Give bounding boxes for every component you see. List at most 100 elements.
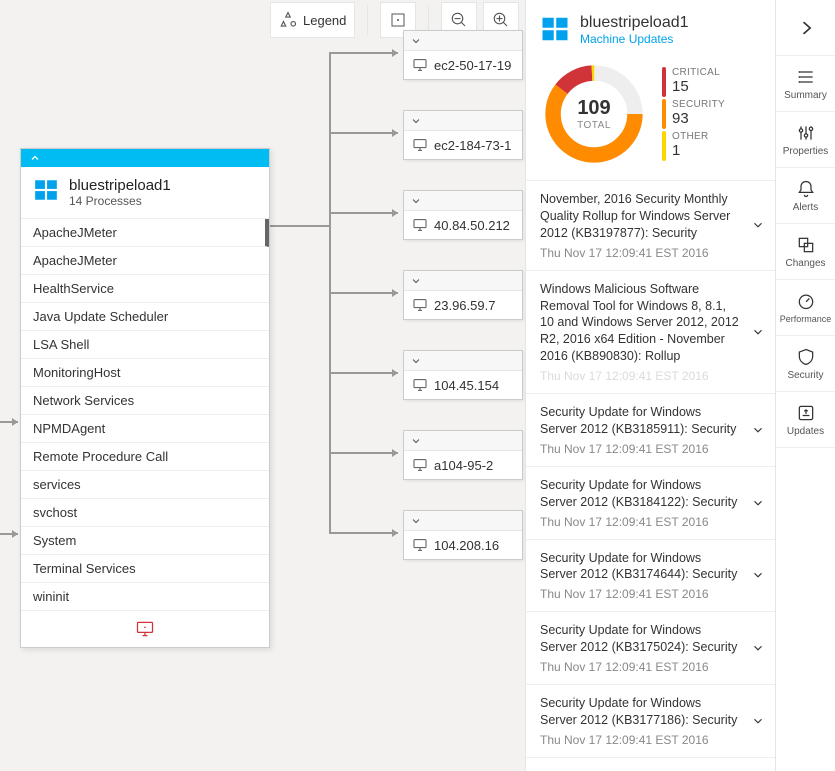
desktop-icon [412, 377, 428, 393]
update-timestamp: Thu Nov 17 12:09:41 EST 2016 [540, 369, 761, 383]
tab-properties[interactable]: Properties [776, 112, 835, 168]
updates-summary: 109 TOTAL CRITICAL 15 SECURITY 93 [526, 52, 775, 181]
update-item[interactable]: Security Update for Windows Server 2012 … [526, 685, 775, 758]
update-title: Security Update for Windows Server 2012 … [540, 695, 761, 729]
chevron-down-icon [410, 115, 422, 127]
update-item[interactable]: Security Update for Windows Server 2012 … [526, 394, 775, 467]
legend-icon [279, 11, 297, 29]
tab-label: Changes [785, 258, 825, 269]
tab-performance[interactable]: Performance [776, 280, 835, 336]
desktop-alert-icon [135, 619, 155, 639]
target-collapse[interactable] [404, 31, 522, 51]
desktop-icon [412, 137, 428, 153]
zoom-in-icon [492, 11, 510, 29]
target-collapse[interactable] [404, 511, 522, 531]
legend-color-security [662, 99, 666, 129]
properties-icon [796, 123, 816, 143]
fit-icon [390, 12, 406, 28]
chevron-down-icon [410, 275, 422, 287]
process-item[interactable]: NPMDAgent [21, 415, 269, 443]
tab-label: Updates [787, 426, 824, 437]
update-item[interactable]: Security Update for Windows Server 2012 … [526, 612, 775, 685]
process-item[interactable]: LSA Shell [21, 331, 269, 359]
target-collapse[interactable] [404, 431, 522, 451]
zoom-out-icon [450, 11, 468, 29]
target-collapse[interactable] [404, 351, 522, 371]
target-label: 23.96.59.7 [434, 298, 495, 313]
process-item[interactable]: ApacheJMeter [21, 247, 269, 275]
legend-label: Legend [303, 13, 346, 28]
updates-donut: 109 TOTAL [540, 60, 648, 168]
chevron-down-icon [751, 218, 765, 232]
update-title: Security Update for Windows Server 2012 … [540, 622, 761, 656]
legend-value: 93 [672, 110, 725, 127]
update-item[interactable]: Security Update for Windows Server 2012 … [526, 467, 775, 540]
tab-label: Alerts [793, 202, 819, 213]
process-item[interactable]: MonitoringHost [21, 359, 269, 387]
panel-expand-toggle[interactable] [776, 0, 835, 56]
dependency-canvas[interactable]: bluestripeload1 14 Processes ApacheJMete… [0, 40, 525, 771]
target-node[interactable]: a104-95-2 [403, 430, 523, 480]
update-item[interactable]: Security Update for Windows Server 2012 … [526, 540, 775, 613]
machine-card-collapse[interactable] [21, 149, 269, 167]
details-panel-header: bluestripeload1 Machine Updates [526, 0, 775, 52]
update-title: Security Update for Windows Server 2012 … [540, 404, 761, 438]
update-item[interactable]: November, 2016 Security Monthly Quality … [526, 181, 775, 271]
chevron-down-icon [410, 515, 422, 527]
changes-icon [796, 235, 816, 255]
tab-security[interactable]: Security [776, 336, 835, 392]
machine-card-footer [21, 611, 269, 647]
chevron-down-icon [751, 714, 765, 728]
chevron-up-icon [29, 152, 41, 164]
process-list: ApacheJMeter ApacheJMeter HealthService … [21, 219, 269, 611]
update-timestamp: Thu Nov 17 12:09:41 EST 2016 [540, 515, 761, 529]
desktop-icon [412, 297, 428, 313]
legend-label: CRITICAL [672, 67, 720, 78]
machine-card[interactable]: bluestripeload1 14 Processes ApacheJMete… [20, 148, 270, 648]
process-item[interactable]: Remote Procedure Call [21, 443, 269, 471]
chevron-down-icon [751, 423, 765, 437]
target-node[interactable]: ec2-50-17-19 [403, 30, 523, 80]
process-item[interactable]: Terminal Services [21, 555, 269, 583]
process-item[interactable]: HealthService [21, 275, 269, 303]
chevron-down-icon [751, 325, 765, 339]
target-label: a104-95-2 [434, 458, 493, 473]
target-label: ec2-50-17-19 [434, 58, 511, 73]
process-item[interactable]: svchost [21, 499, 269, 527]
tab-label: Properties [783, 146, 829, 157]
tab-updates[interactable]: Updates [776, 392, 835, 448]
legend-value: 1 [672, 142, 709, 159]
process-item[interactable]: System [21, 527, 269, 555]
process-item[interactable]: services [21, 471, 269, 499]
target-node[interactable]: 104.45.154 [403, 350, 523, 400]
target-collapse[interactable] [404, 191, 522, 211]
target-label: ec2-184-73-1 [434, 138, 511, 153]
process-item[interactable]: wininit [21, 583, 269, 611]
target-node[interactable]: 23.96.59.7 [403, 270, 523, 320]
update-title: November, 2016 Security Monthly Quality … [540, 191, 761, 242]
chevron-down-icon [751, 641, 765, 655]
updates-list[interactable]: November, 2016 Security Monthly Quality … [526, 181, 775, 771]
windows-logo-icon [540, 14, 570, 44]
security-icon [796, 347, 816, 367]
chevron-down-icon [751, 568, 765, 582]
process-item[interactable]: Network Services [21, 387, 269, 415]
tab-changes[interactable]: Changes [776, 224, 835, 280]
details-panel: bluestripeload1 Machine Updates 109 TOTA… [525, 0, 775, 771]
target-node[interactable]: ec2-184-73-1 [403, 110, 523, 160]
target-label: 104.208.16 [434, 538, 499, 553]
update-timestamp: Thu Nov 17 12:09:41 EST 2016 [540, 442, 761, 456]
target-collapse[interactable] [404, 111, 522, 131]
process-item[interactable]: Java Update Scheduler [21, 303, 269, 331]
target-node[interactable]: 40.84.50.212 [403, 190, 523, 240]
tab-label: Performance [780, 314, 832, 324]
process-item[interactable]: ApacheJMeter [21, 219, 269, 247]
tab-alerts[interactable]: Alerts [776, 168, 835, 224]
legend-button[interactable]: Legend [270, 2, 355, 38]
target-collapse[interactable] [404, 271, 522, 291]
machine-name: bluestripeload1 [69, 177, 171, 194]
update-item[interactable]: Windows Malicious Software Removal Tool … [526, 271, 775, 394]
target-node[interactable]: 104.208.16 [403, 510, 523, 560]
tab-summary[interactable]: Summary [776, 56, 835, 112]
summary-icon [796, 67, 816, 87]
